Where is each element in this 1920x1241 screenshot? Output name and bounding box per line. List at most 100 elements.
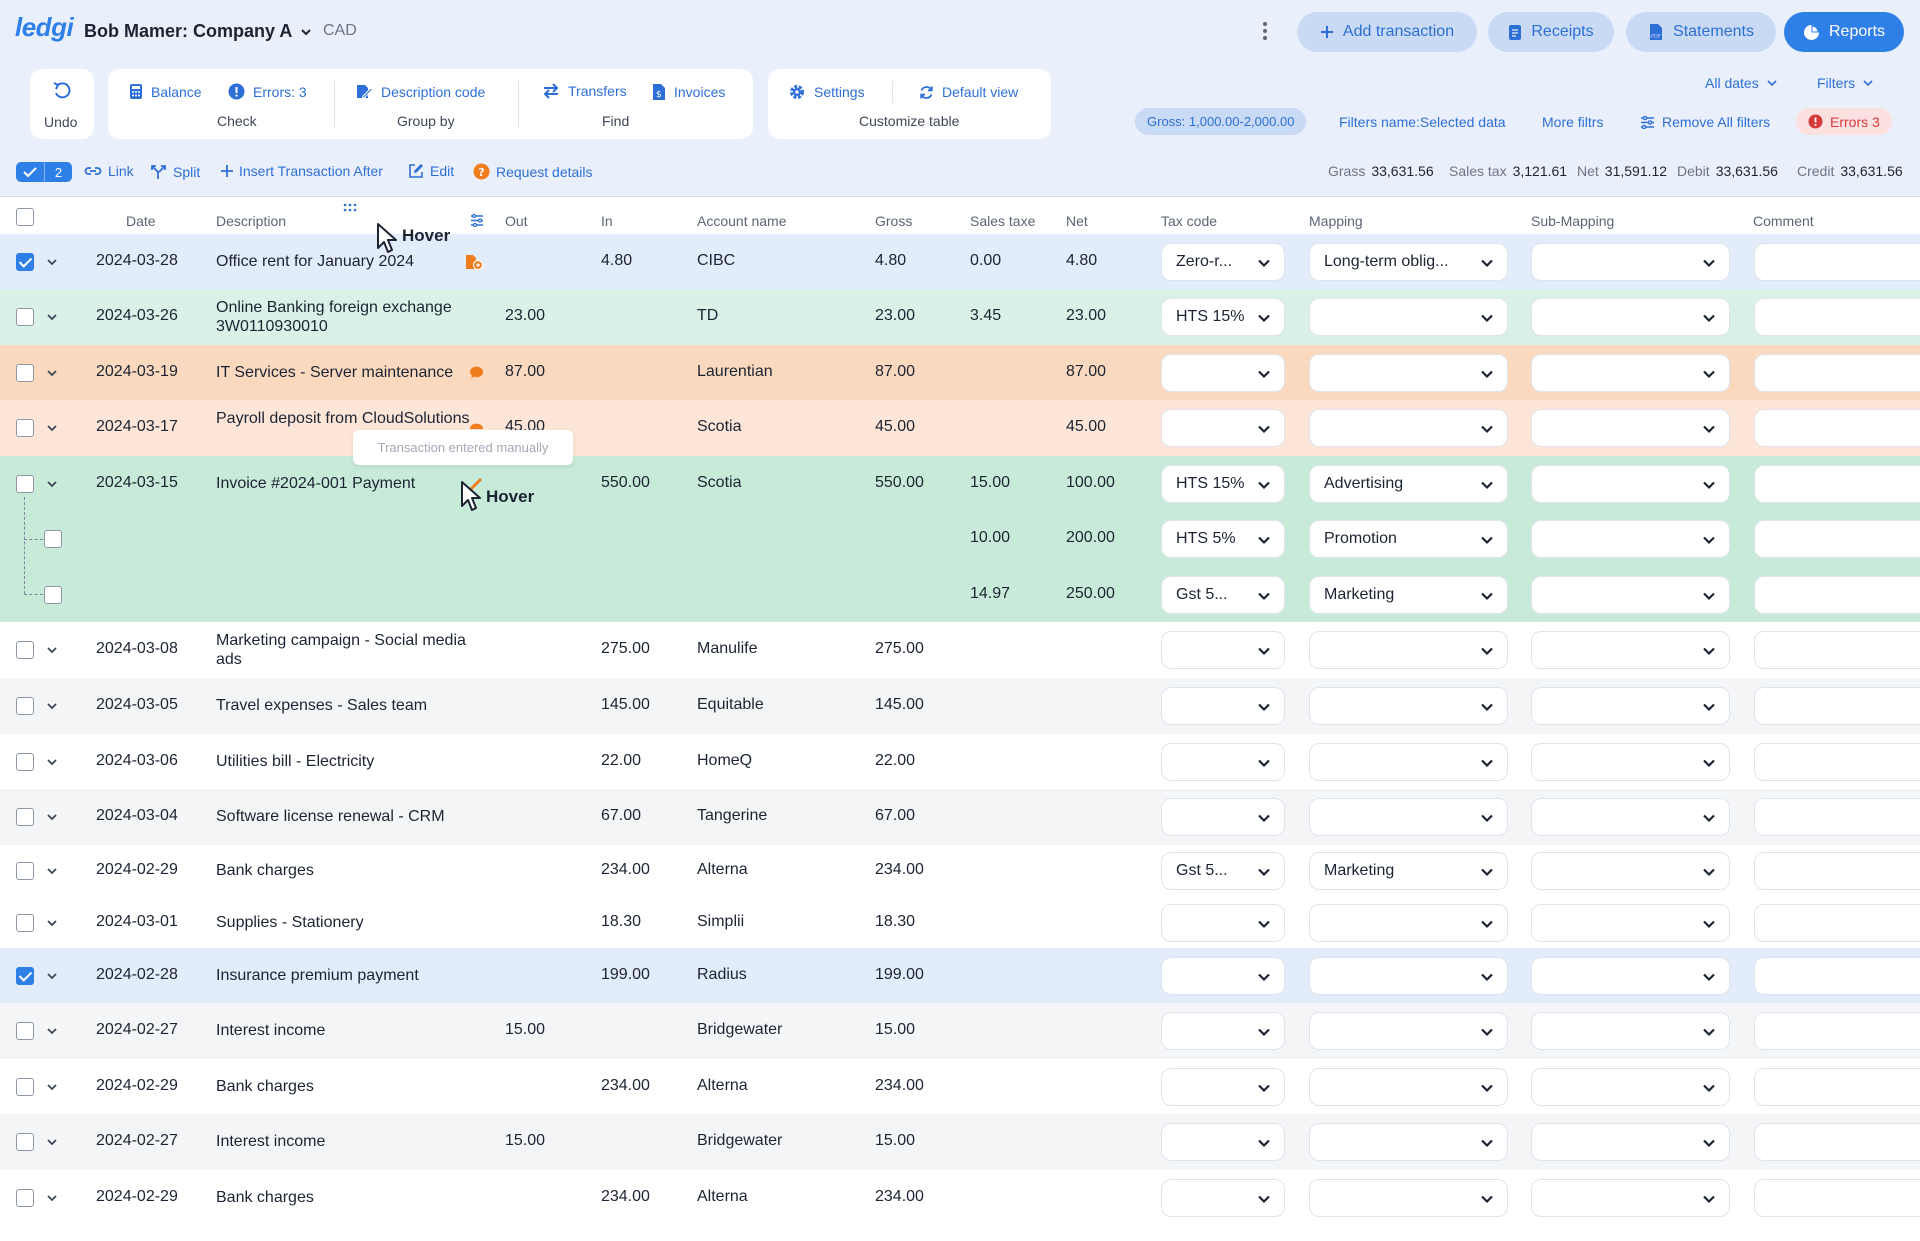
selection-counter[interactable]: 2 <box>16 162 72 182</box>
mapping-select[interactable] <box>1309 409 1508 447</box>
comment-input[interactable] <box>1754 1179 1920 1217</box>
split-sub-row[interactable]: 14.97 250.00 Gst 5... Marketing <box>0 567 1920 622</box>
sub-mapping-select[interactable] <box>1531 575 1730 614</box>
row-checkbox[interactable] <box>16 1133 34 1151</box>
errors-filter-chip[interactable]: Errors 3 <box>1796 108 1892 135</box>
mapping-select[interactable] <box>1309 631 1508 669</box>
description-code-button[interactable]: Description code <box>356 83 485 100</box>
row-checkbox[interactable] <box>16 808 34 826</box>
sub-mapping-select[interactable] <box>1531 298 1730 336</box>
sub-mapping-select[interactable] <box>1531 1012 1730 1050</box>
split-sub-row[interactable]: 10.00 200.00 HTS 5% Promotion <box>0 511 1920 567</box>
undo-group[interactable]: Undo <box>30 69 94 139</box>
expand-chevron-icon[interactable] <box>46 1136 58 1148</box>
expand-chevron-icon[interactable] <box>46 970 58 982</box>
sub-mapping-select[interactable] <box>1531 742 1730 781</box>
table-row[interactable]: 2024-02-29 Bank charges 234.00 Alterna 234.0… <box>0 845 1920 897</box>
sub-mapping-select[interactable] <box>1531 520 1730 558</box>
select-all-checkbox[interactable] <box>16 208 34 226</box>
sub-mapping-select[interactable] <box>1531 852 1730 890</box>
column-header-out[interactable]: Out <box>505 213 528 229</box>
expand-chevron-icon[interactable] <box>46 256 58 268</box>
table-row[interactable]: 2024-03-19 IT Services - Server maintenan… <box>0 345 1920 400</box>
column-header-net[interactable]: Net <box>1066 213 1088 229</box>
transfers-button[interactable]: Transfers <box>542 83 627 99</box>
expand-chevron-icon[interactable] <box>46 1025 58 1037</box>
expand-chevron-icon[interactable] <box>46 865 58 877</box>
more-options-icon[interactable] <box>1256 20 1274 42</box>
reports-button[interactable]: Reports <box>1784 12 1904 52</box>
drag-handle-icon[interactable] <box>343 203 357 212</box>
column-settings-icon[interactable] <box>470 214 484 227</box>
mapping-select[interactable] <box>1309 798 1508 836</box>
table-row[interactable]: 2024-03-06 Utilities bill - Electricity 22… <box>0 734 1920 789</box>
table-row[interactable]: 2024-03-01 Supplies - Stationery 18.30 Simp… <box>0 897 1920 948</box>
tax-code-select[interactable] <box>1161 409 1285 447</box>
invoices-button[interactable]: $ Invoices <box>652 83 725 101</box>
company-selector[interactable]: Bob Mamer: Company A <box>84 21 312 42</box>
comment-input[interactable] <box>1754 852 1920 890</box>
comment-input[interactable] <box>1754 687 1920 725</box>
comment-input[interactable] <box>1754 798 1920 836</box>
sub-mapping-select[interactable] <box>1531 1123 1730 1161</box>
balance-button[interactable]: Balance <box>129 83 202 100</box>
comment-bubble-icon[interactable] <box>469 366 484 380</box>
attached-file-icon[interactable] <box>465 254 483 270</box>
comment-input[interactable] <box>1754 409 1920 447</box>
expand-chevron-icon[interactable] <box>46 700 58 712</box>
split-button[interactable]: Split <box>150 163 200 180</box>
table-row[interactable]: 2024-03-04 Software license renewal - CRM… <box>0 789 1920 845</box>
request-details-button[interactable]: ? Request details <box>473 163 593 180</box>
row-checkbox[interactable] <box>16 363 34 382</box>
statements-button[interactable]: PDF Statements <box>1626 12 1776 52</box>
mapping-select[interactable] <box>1309 903 1508 942</box>
mapping-select[interactable]: Advertising <box>1309 464 1508 503</box>
column-header-account[interactable]: Account name <box>697 213 787 229</box>
table-row[interactable]: 2024-03-26 Online Banking foreign exchang… <box>0 289 1920 345</box>
tax-code-select[interactable]: HTS 15% <box>1161 298 1285 336</box>
row-checkbox[interactable] <box>16 862 34 880</box>
mapping-select[interactable] <box>1309 687 1508 725</box>
comment-input[interactable] <box>1754 631 1920 669</box>
column-header-tax-code[interactable]: Tax code <box>1161 213 1217 229</box>
row-checkbox[interactable] <box>44 530 62 548</box>
tax-code-select[interactable] <box>1161 798 1285 836</box>
comment-input[interactable] <box>1754 575 1920 614</box>
table-row[interactable]: 2024-03-08 Marketing campaign - Social me… <box>0 622 1920 678</box>
expand-chevron-icon[interactable] <box>46 644 58 656</box>
sub-mapping-select[interactable] <box>1531 242 1730 281</box>
column-header-sub-mapping[interactable]: Sub-Mapping <box>1531 213 1614 229</box>
sub-mapping-select[interactable] <box>1531 353 1730 392</box>
settings-button[interactable]: Settings <box>788 83 865 101</box>
table-row[interactable]: 2024-03-15 Invoice #2024-001 Payment 550.0… <box>0 456 1920 511</box>
tax-code-select[interactable] <box>1161 956 1285 995</box>
table-row[interactable]: 2024-02-29 Bank charges 234.00 Alterna 234.0… <box>0 1059 1920 1114</box>
column-header-in[interactable]: In <box>601 213 613 229</box>
comment-input[interactable] <box>1754 1123 1920 1161</box>
column-header-comment[interactable]: Comment <box>1753 213 1814 229</box>
tax-code-select[interactable] <box>1161 687 1285 725</box>
column-header-sales-tax[interactable]: Sales taxe <box>970 213 1035 229</box>
expand-chevron-icon[interactable] <box>46 478 58 490</box>
comment-input[interactable] <box>1754 956 1920 995</box>
remove-all-filters-button[interactable]: Remove All filters <box>1640 114 1770 130</box>
mapping-select[interactable] <box>1309 742 1508 781</box>
mapping-select[interactable] <box>1309 298 1508 336</box>
expand-chevron-icon[interactable] <box>46 811 58 823</box>
insert-transaction-after-button[interactable]: Insert Transaction After <box>221 163 383 179</box>
mapping-select[interactable]: Promotion <box>1309 520 1508 558</box>
tax-code-select[interactable] <box>1161 742 1285 781</box>
row-checkbox[interactable] <box>16 1077 34 1096</box>
tax-code-select[interactable] <box>1161 353 1285 392</box>
tax-code-select[interactable] <box>1161 1067 1285 1106</box>
sub-mapping-select[interactable] <box>1531 464 1730 503</box>
comment-input[interactable] <box>1754 520 1920 558</box>
app-logo[interactable]: ledgi <box>15 12 74 43</box>
comment-input[interactable] <box>1754 1012 1920 1050</box>
tax-code-select[interactable]: Gst 5... <box>1161 575 1285 614</box>
comment-input[interactable] <box>1754 1067 1920 1106</box>
comment-input[interactable] <box>1754 742 1920 781</box>
row-checkbox[interactable] <box>16 474 34 493</box>
edit-button[interactable]: Edit <box>408 163 454 179</box>
receipts-button[interactable]: Receipts <box>1488 12 1614 52</box>
